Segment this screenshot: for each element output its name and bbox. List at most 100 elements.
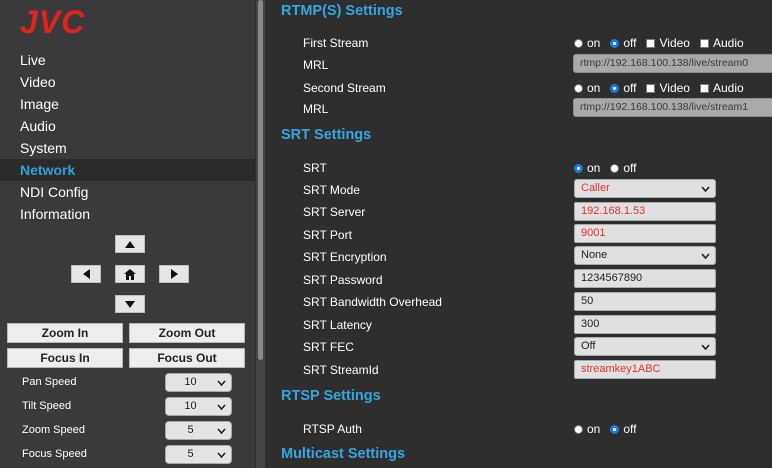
nav-item-information[interactable]: Information [0, 203, 255, 225]
srt-off-radio[interactable] [610, 163, 620, 173]
sidebar: JVC Live Video Image Audio System Networ… [0, 0, 255, 468]
chevron-down-icon [217, 427, 226, 434]
srt-mode-value: Caller [581, 182, 610, 194]
srt-mode-label: SRT Mode [303, 183, 360, 197]
srt-port-input[interactable]: 9001 [574, 224, 716, 243]
second-stream-on-radio[interactable] [574, 83, 583, 93]
pan-up-button[interactable] [115, 235, 145, 253]
tilt-speed-select[interactable]: 10 [165, 397, 232, 416]
first-stream-controls: on off Video Audio [574, 36, 744, 50]
srt-label: SRT [303, 161, 327, 175]
pan-left-button[interactable] [71, 265, 101, 283]
arrow-right-icon [170, 269, 178, 279]
second-stream-video-checkbox[interactable] [646, 83, 656, 93]
srt-streamid-input[interactable]: streamkey1ABC [574, 360, 716, 379]
radio-on-label: on [587, 36, 601, 50]
audio-label: Audio [712, 81, 744, 95]
pan-right-button[interactable] [159, 265, 189, 283]
srt-mode-select[interactable]: Caller [574, 179, 716, 198]
jvc-logo: JVC [20, 4, 96, 43]
radio-off-label: off [623, 81, 637, 95]
zoom-speed-select[interactable]: 5 [165, 421, 232, 440]
zoom-speed-label: Zoom Speed [22, 424, 85, 436]
srt-fec-label: SRT FEC [303, 340, 354, 354]
first-mrl-field[interactable]: rtmp://192.168.100.138/live/stream0 [573, 54, 772, 73]
zoom-out-button[interactable]: Zoom Out [129, 323, 245, 343]
srt-encryption-select[interactable]: None [574, 246, 716, 265]
radio-on-label: on [587, 81, 601, 95]
arrow-up-icon [125, 240, 135, 248]
focus-out-button[interactable]: Focus Out [129, 348, 245, 368]
sidebar-scrollbar-thumb[interactable] [258, 0, 263, 360]
first-stream-video-checkbox[interactable] [646, 38, 656, 48]
chevron-down-icon [701, 253, 710, 260]
radio-on-label: on [587, 161, 601, 175]
svg-text:JVC: JVC [20, 6, 85, 38]
second-stream-label: Second Stream [303, 81, 386, 95]
nav-item-image[interactable]: Image [0, 93, 255, 115]
chevron-down-icon [217, 451, 226, 458]
arrow-left-icon [82, 269, 90, 279]
srt-encryption-value: None [581, 249, 608, 261]
srt-streamid-label: SRT StreamId [303, 363, 379, 377]
srt-settings-title: SRT Settings [281, 127, 372, 143]
chevron-down-icon [217, 379, 226, 386]
first-stream-off-radio[interactable] [610, 38, 620, 48]
first-stream-label: First Stream [303, 36, 369, 50]
second-mrl-field[interactable]: rtmp://192.168.100.138/live/stream1 [573, 98, 772, 117]
rtmp-settings-title: RTMP(S) Settings [281, 3, 403, 19]
focus-in-button[interactable]: Focus In [7, 348, 123, 368]
video-label: Video [659, 81, 690, 95]
home-button[interactable] [115, 265, 145, 283]
focus-speed-select[interactable]: 5 [165, 445, 232, 464]
srt-password-input[interactable]: 1234567890 [574, 269, 716, 288]
first-mrl-label: MRL [303, 58, 329, 72]
srt-on-radio[interactable] [574, 163, 583, 173]
nav-item-ndi-config[interactable]: NDI Config [0, 181, 255, 203]
pan-down-button[interactable] [115, 295, 145, 313]
second-stream-audio-checkbox[interactable] [699, 83, 709, 93]
second-mrl-label: MRL [303, 102, 329, 116]
audio-label: Audio [712, 36, 744, 50]
srt-server-label: SRT Server [303, 205, 366, 219]
chevron-down-icon [701, 186, 710, 193]
chevron-down-icon [701, 344, 710, 351]
srt-fec-select[interactable]: Off [574, 337, 716, 356]
srt-encryption-label: SRT Encryption [303, 250, 387, 264]
srt-port-label: SRT Port [303, 228, 352, 242]
arrow-down-icon [125, 300, 135, 308]
nav-item-network[interactable]: Network [0, 159, 255, 181]
srt-bandwidth-label: SRT Bandwidth Overhead [303, 295, 442, 309]
rtsp-auth-toggle: on off [574, 422, 636, 436]
radio-off-label: off [623, 422, 637, 436]
radio-off-label: off [623, 36, 637, 50]
srt-latency-label: SRT Latency [303, 318, 372, 332]
srt-fec-value: Off [581, 340, 596, 352]
nav-item-video[interactable]: Video [0, 71, 255, 93]
rtsp-auth-on-radio[interactable] [574, 424, 583, 434]
nav-item-audio[interactable]: Audio [0, 115, 255, 137]
nav-item-system[interactable]: System [0, 137, 255, 159]
rtsp-settings-title: RTSP Settings [281, 388, 381, 404]
tilt-speed-label: Tilt Speed [22, 400, 72, 412]
first-stream-audio-checkbox[interactable] [699, 38, 709, 48]
srt-latency-input[interactable]: 300 [574, 315, 716, 334]
srt-server-input[interactable]: 192.168.1.53 [574, 202, 716, 221]
multicast-settings-title: Multicast Settings [281, 446, 406, 462]
second-stream-off-radio[interactable] [610, 83, 620, 93]
rtsp-auth-label: RTSP Auth [303, 422, 362, 436]
main-nav: Live Video Image Audio System Network ND… [0, 49, 255, 225]
radio-off-label: off [623, 161, 637, 175]
network-settings-panel: RTMP(S) Settings First Stream on off Vid… [265, 0, 772, 468]
zoom-in-button[interactable]: Zoom In [7, 323, 123, 343]
second-stream-controls: on off Video Audio [574, 81, 744, 95]
radio-on-label: on [587, 422, 601, 436]
nav-item-live[interactable]: Live [0, 49, 255, 71]
chevron-down-icon [217, 403, 226, 410]
srt-password-label: SRT Password [303, 273, 383, 287]
focus-speed-label: Focus Speed [22, 448, 87, 460]
pan-speed-select[interactable]: 10 [165, 373, 232, 392]
rtsp-auth-off-radio[interactable] [610, 424, 620, 434]
srt-bandwidth-input[interactable]: 50 [574, 292, 716, 311]
first-stream-on-radio[interactable] [574, 38, 583, 48]
